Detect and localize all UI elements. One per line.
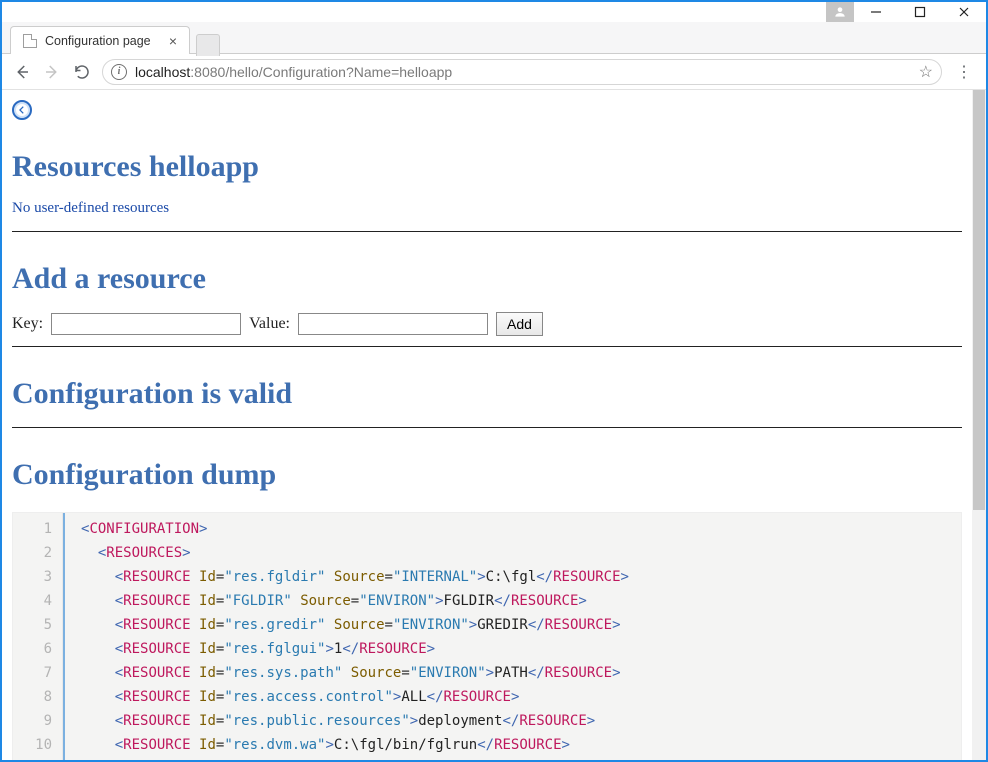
config-dump-code: 12345678910 <CONFIGURATION> <RESOURCES> … — [12, 512, 962, 760]
no-resources-message: No user-defined resources — [12, 200, 962, 217]
page-back-link[interactable] — [12, 100, 32, 120]
arrow-left-icon — [13, 63, 31, 81]
url-input[interactable]: i localhost:8080/hello/Configuration?Nam… — [102, 59, 942, 85]
titlebar-spacer — [2, 2, 826, 22]
resources-heading: Resources helloapp — [12, 150, 962, 184]
add-button[interactable]: Add — [496, 312, 543, 336]
arrow-right-icon — [43, 63, 61, 81]
section-divider — [12, 427, 962, 428]
window-maximize-button[interactable] — [898, 2, 942, 22]
value-label: Value: — [249, 315, 290, 333]
config-dump-heading: Configuration dump — [12, 458, 962, 492]
window-close-button[interactable] — [942, 2, 986, 22]
new-tab-button[interactable] — [196, 34, 220, 56]
maximize-icon — [914, 6, 926, 18]
window-titlebar — [2, 2, 986, 22]
scrollbar-thumb[interactable] — [973, 90, 985, 510]
tab-bar: Configuration page × — [2, 22, 986, 54]
profile-button[interactable] — [826, 2, 854, 22]
address-bar: i localhost:8080/hello/Configuration?Nam… — [2, 54, 986, 90]
forward-button[interactable] — [42, 62, 62, 82]
close-icon — [958, 6, 970, 18]
tab-title: Configuration page — [45, 34, 151, 48]
person-icon — [833, 5, 847, 19]
section-divider — [12, 231, 962, 232]
add-resource-heading: Add a resource — [12, 262, 962, 296]
browser-tab[interactable]: Configuration page × — [10, 26, 190, 54]
code-source: <CONFIGURATION> <RESOURCES> <RESOURCE Id… — [63, 513, 961, 760]
reload-icon — [73, 63, 91, 81]
section-divider — [12, 346, 962, 347]
config-valid-heading: Configuration is valid — [12, 377, 962, 411]
tab-close-button[interactable]: × — [169, 33, 177, 49]
page-icon — [23, 34, 37, 48]
browser-window: Configuration page × i localhost:8080/he… — [0, 0, 988, 762]
url-text: localhost:8080/hello/Configuration?Name=… — [135, 64, 452, 80]
page-content: Resources helloapp No user-defined resou… — [2, 90, 972, 760]
reload-button[interactable] — [72, 62, 92, 82]
key-input[interactable] — [51, 313, 241, 335]
add-resource-form: Key: Value: Add — [12, 312, 962, 336]
window-minimize-button[interactable] — [854, 2, 898, 22]
browser-menu-button[interactable]: ⋮ — [952, 62, 976, 82]
key-label: Key: — [12, 315, 43, 333]
value-input[interactable] — [298, 313, 488, 335]
line-gutter: 12345678910 — [13, 513, 63, 760]
bookmark-button[interactable]: ☆ — [919, 62, 933, 82]
page-viewport[interactable]: Resources helloapp No user-defined resou… — [2, 90, 986, 760]
back-button[interactable] — [12, 62, 32, 82]
minimize-icon — [870, 6, 882, 18]
vertical-scrollbar[interactable] — [972, 90, 986, 760]
site-info-icon[interactable]: i — [111, 64, 127, 80]
arrow-left-circle-icon — [17, 105, 27, 115]
